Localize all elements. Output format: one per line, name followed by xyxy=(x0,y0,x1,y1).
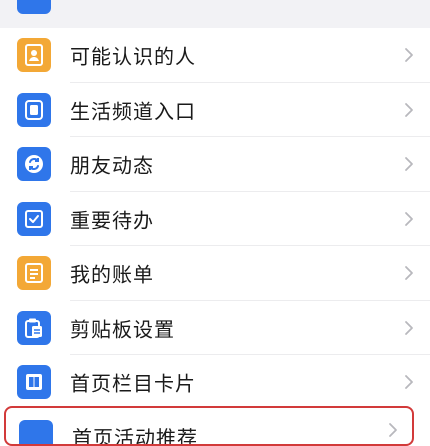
chevron-right-icon xyxy=(389,423,397,437)
list-item-label: 重要待办 xyxy=(70,208,154,233)
channel-icon xyxy=(17,92,51,127)
chevron-right-icon xyxy=(405,48,413,63)
list-item-life-channel[interactable]: 生活频道入口 xyxy=(0,83,430,137)
list-item-my-bills[interactable]: 我的账单 xyxy=(0,246,430,301)
chevron-right-icon xyxy=(405,157,413,172)
list-item-label: 朋友动态 xyxy=(70,153,154,178)
list-item-highlighted[interactable]: 首页活动推荐 xyxy=(4,406,414,446)
list-item-label: 可能认识的人 xyxy=(70,44,196,69)
app-icon xyxy=(19,420,53,444)
chevron-right-icon xyxy=(405,266,413,281)
contacts-icon xyxy=(17,38,51,73)
partial-top-row[interactable] xyxy=(0,0,430,18)
list-item-label: 首页活动推荐 xyxy=(72,426,198,446)
refresh-circle-icon xyxy=(17,147,51,182)
settings-list: 可能认识的人 生活频道入口 朋友动态 重要待办 我的账单 剪贴板设置 首页栏目卡… xyxy=(0,28,430,410)
list-item-label: 首页栏目卡片 xyxy=(70,371,196,396)
list-item-homepage-cards[interactable]: 首页栏目卡片 xyxy=(0,355,430,410)
chevron-right-icon xyxy=(405,102,413,117)
bill-icon xyxy=(17,256,51,291)
chevron-right-icon xyxy=(405,375,413,390)
list-item-label: 剪贴板设置 xyxy=(70,317,175,342)
chevron-right-icon xyxy=(405,320,413,335)
app-icon xyxy=(17,0,51,14)
list-item-important-todo[interactable]: 重要待办 xyxy=(0,192,430,246)
list-item-clipboard-settings[interactable]: 剪贴板设置 xyxy=(0,301,430,355)
todo-check-icon xyxy=(17,201,51,236)
list-item-label: 生活频道入口 xyxy=(70,99,196,124)
list-item-people-you-may-know[interactable]: 可能认识的人 xyxy=(0,28,430,83)
chevron-right-icon xyxy=(405,211,413,226)
list-item-friend-updates[interactable]: 朋友动态 xyxy=(0,137,430,192)
clipboard-icon xyxy=(17,310,51,345)
list-item-label: 我的账单 xyxy=(70,262,154,287)
card-layout-icon xyxy=(17,365,51,400)
